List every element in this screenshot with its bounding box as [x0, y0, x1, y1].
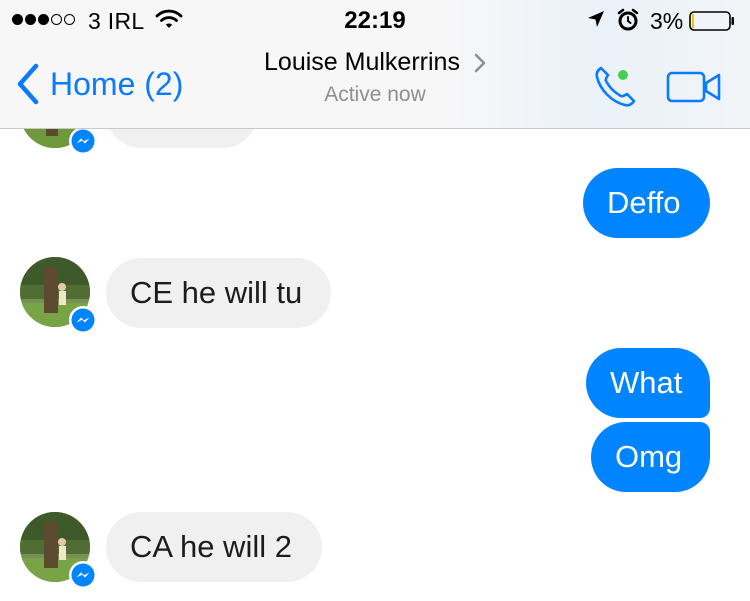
- contact-header[interactable]: Louise Mulkerrins Active now: [200, 48, 550, 107]
- messenger-badge-icon: [69, 306, 97, 334]
- message-bubble-outgoing[interactable]: Omg: [591, 422, 710, 492]
- message-bubble-incoming[interactable]: CE he will tu: [106, 258, 331, 328]
- messenger-badge-icon: [69, 127, 97, 155]
- back-button-label: Home (2): [50, 65, 184, 102]
- messenger-badge-icon: [69, 561, 97, 589]
- message-bubble-incoming[interactable]: CA he will 2: [106, 512, 322, 582]
- contact-name: Louise Mulkerrins: [264, 48, 460, 76]
- message-bubble-outgoing[interactable]: What: [586, 348, 710, 418]
- location-arrow-icon: [588, 11, 604, 27]
- video-camera-icon[interactable]: [666, 70, 722, 104]
- battery-level-fill: [692, 14, 694, 28]
- battery-icon: [689, 11, 734, 31]
- messenger-conversation-screen: Deffo CE he will tu What Omg CA he will …: [0, 0, 750, 601]
- alarm-clock-icon: [617, 8, 639, 31]
- back-chevron-icon: [17, 63, 39, 105]
- top-header: 3 IRL 22:19 3% Home (2) Louise Mulkerrin…: [0, 0, 750, 129]
- online-indicator: [618, 70, 628, 80]
- active-status: Active now: [324, 83, 426, 106]
- chevron-right-icon: [474, 53, 486, 72]
- message-bubble-outgoing[interactable]: Deffo: [583, 168, 710, 238]
- phone-call-icon[interactable]: [592, 64, 638, 110]
- battery-percentage: 3%: [650, 8, 684, 34]
- status-bar: 3 IRL 22:19 3%: [0, 0, 750, 40]
- back-button[interactable]: Home (2): [14, 62, 183, 106]
- navigation-bar: Home (2) Louise Mulkerrins Active now: [0, 40, 750, 128]
